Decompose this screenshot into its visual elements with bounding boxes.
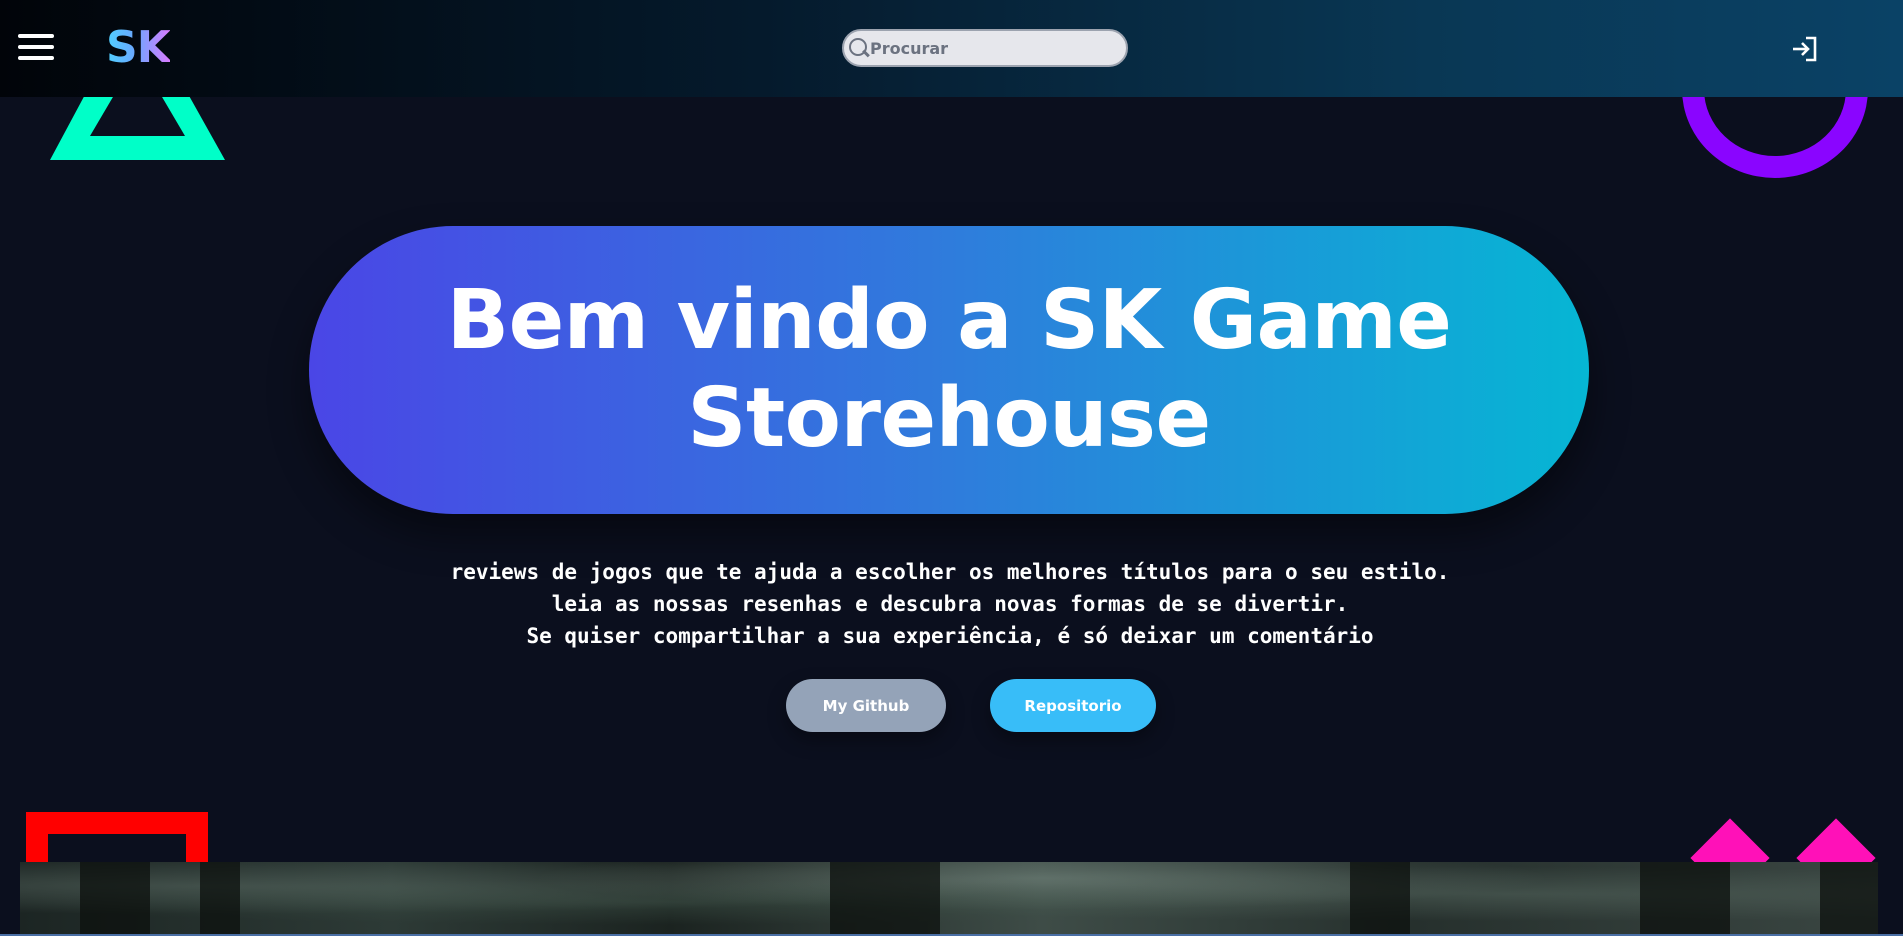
repository-button[interactable]: Repositorio — [990, 679, 1156, 732]
top-navbar: SK — [0, 0, 1903, 97]
my-github-button[interactable]: My Github — [786, 679, 946, 732]
hamburger-menu-icon[interactable] — [18, 34, 54, 60]
description-line: leia as nossas resenhas e descubra novas… — [551, 592, 1349, 616]
forest-banner-image — [20, 862, 1878, 936]
hero-description: reviews de jogos que te ajuda a escolher… — [300, 556, 1600, 652]
page-title: Bem vindo a SK Game Storehouse — [446, 273, 1452, 466]
description-line: reviews de jogos que te ajuda a escolher… — [450, 560, 1450, 584]
search-bar — [842, 29, 1128, 67]
site-logo[interactable]: SK — [106, 22, 171, 73]
description-line: Se quiser compartilhar a sua experiência… — [526, 624, 1374, 648]
hero-banner: Bem vindo a SK Game Storehouse — [309, 226, 1589, 514]
login-icon[interactable] — [1790, 34, 1820, 64]
page: SK Bem vindo a SK Game Storehouse review… — [0, 0, 1903, 936]
search-input[interactable] — [870, 33, 1126, 63]
search-icon — [848, 37, 870, 59]
